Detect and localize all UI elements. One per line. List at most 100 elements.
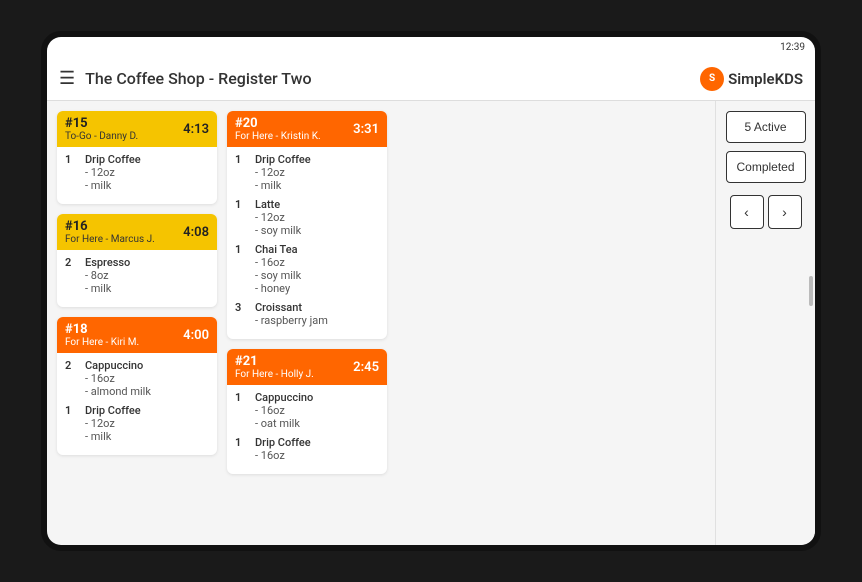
order-item: 1Latte- 12oz- soy milk bbox=[235, 198, 379, 237]
order-number: #16 bbox=[65, 219, 155, 234]
item-name: Drip Coffee bbox=[85, 153, 141, 166]
order-column: #15To-Go - Danny D.4:131Drip Coffee- 12o… bbox=[57, 111, 217, 535]
item-name: Drip Coffee bbox=[255, 153, 311, 166]
order-label: To-Go - Danny D. bbox=[65, 131, 138, 142]
item-details: Drip Coffee- 12oz- milk bbox=[255, 153, 311, 192]
item-modifier: - 16oz bbox=[85, 372, 151, 385]
order-label: For Here - Kiri M. bbox=[65, 337, 139, 348]
item-name: Cappuccino bbox=[255, 391, 313, 404]
nav-buttons: ‹ › bbox=[730, 195, 802, 229]
main-content: #15To-Go - Danny D.4:131Drip Coffee- 12o… bbox=[47, 101, 815, 545]
item-modifier: - oat milk bbox=[255, 417, 313, 430]
order-item: 1Drip Coffee- 12oz- milk bbox=[65, 404, 209, 443]
order-time: 4:00 bbox=[183, 328, 209, 343]
item-modifier: - 12oz bbox=[85, 417, 141, 430]
order-item: 1Drip Coffee- 12oz- milk bbox=[235, 153, 379, 192]
item-modifier: - milk bbox=[85, 430, 141, 443]
order-time: 4:08 bbox=[183, 225, 209, 240]
item-details: Drip Coffee- 12oz- milk bbox=[85, 153, 141, 192]
order-item: 1Drip Coffee- 12oz- milk bbox=[65, 153, 209, 192]
item-name: Chai Tea bbox=[255, 243, 301, 256]
order-number: #20 bbox=[235, 116, 321, 131]
order-card-header: #20For Here - Kristin K. 3:31 bbox=[227, 111, 387, 147]
order-card[interactable]: #20For Here - Kristin K.3:311Drip Coffee… bbox=[227, 111, 387, 339]
order-time: 2:45 bbox=[353, 360, 379, 375]
item-modifier: - 12oz bbox=[255, 211, 301, 224]
menu-icon[interactable]: ☰ bbox=[59, 68, 75, 89]
sidebar: 5 Active Completed ‹ › bbox=[715, 101, 815, 545]
app-title: The Coffee Shop - Register Two bbox=[85, 69, 700, 88]
item-qty: 1 bbox=[235, 391, 249, 430]
item-name: Latte bbox=[255, 198, 301, 211]
item-modifier: - raspberry jam bbox=[255, 314, 328, 327]
item-details: Latte- 12oz- soy milk bbox=[255, 198, 301, 237]
completed-button[interactable]: Completed bbox=[726, 151, 806, 183]
item-modifier: - milk bbox=[255, 179, 311, 192]
app-logo: S SimpleKDS bbox=[700, 67, 803, 91]
status-bar: 12:39 bbox=[47, 37, 815, 57]
item-name: Espresso bbox=[85, 256, 130, 269]
item-modifier: - honey bbox=[255, 282, 301, 295]
orders-area: #15To-Go - Danny D.4:131Drip Coffee- 12o… bbox=[47, 101, 715, 545]
item-details: Chai Tea- 16oz- soy milk- honey bbox=[255, 243, 301, 295]
app-header: ☰ The Coffee Shop - Register Two S Simpl… bbox=[47, 57, 815, 101]
item-modifier: - 16oz bbox=[255, 449, 311, 462]
item-modifier: - milk bbox=[85, 179, 141, 192]
item-modifier: - 12oz bbox=[85, 166, 141, 179]
order-card-header: #16For Here - Marcus J. 4:08 bbox=[57, 214, 217, 250]
order-label: For Here - Marcus J. bbox=[65, 234, 155, 245]
order-card-body: 1Drip Coffee- 12oz- milk bbox=[57, 147, 217, 204]
item-details: Drip Coffee- 16oz bbox=[255, 436, 311, 462]
item-qty: 1 bbox=[235, 436, 249, 462]
item-modifier: - soy milk bbox=[255, 224, 301, 237]
item-modifier: - soy milk bbox=[255, 269, 301, 282]
order-card-header: #21For Here - Holly J. 2:45 bbox=[227, 349, 387, 385]
item-name: Croissant bbox=[255, 301, 328, 314]
order-card-body: 2Espresso- 8oz- milk bbox=[57, 250, 217, 307]
item-details: Drip Coffee- 12oz- milk bbox=[85, 404, 141, 443]
order-card-header: #18For Here - Kiri M.4:00 bbox=[57, 317, 217, 353]
order-card-body: 1Drip Coffee- 12oz- milk1Latte- 12oz- so… bbox=[227, 147, 387, 339]
order-card-header: #15To-Go - Danny D.4:13 bbox=[57, 111, 217, 147]
logo-text: SimpleKDS bbox=[728, 70, 803, 88]
item-modifier: - 16oz bbox=[255, 404, 313, 417]
item-modifier: - 16oz bbox=[255, 256, 301, 269]
order-item: 1Drip Coffee- 16oz bbox=[235, 436, 379, 462]
item-qty: 1 bbox=[235, 198, 249, 237]
item-name: Drip Coffee bbox=[85, 404, 141, 417]
item-modifier: - milk bbox=[85, 282, 130, 295]
active-button[interactable]: 5 Active bbox=[726, 111, 806, 143]
item-qty: 3 bbox=[235, 301, 249, 327]
item-qty: 1 bbox=[65, 153, 79, 192]
order-card[interactable]: #16For Here - Marcus J. 4:08 2Espresso- 8o… bbox=[57, 214, 217, 307]
order-card[interactable]: #21For Here - Holly J.2:451Cappuccino- 1… bbox=[227, 349, 387, 474]
item-details: Croissant- raspberry jam bbox=[255, 301, 328, 327]
order-number: #15 bbox=[65, 116, 138, 131]
item-modifier: - almond milk bbox=[85, 385, 151, 398]
order-card[interactable]: #18For Here - Kiri M.4:002Cappuccino- 16… bbox=[57, 317, 217, 455]
order-column: #20For Here - Kristin K.3:311Drip Coffee… bbox=[227, 111, 387, 535]
item-details: Cappuccino- 16oz- oat milk bbox=[255, 391, 313, 430]
order-item: 2Cappuccino- 16oz- almond milk bbox=[65, 359, 209, 398]
order-time: 3:31 bbox=[353, 122, 379, 137]
item-qty: 1 bbox=[65, 404, 79, 443]
item-details: Cappuccino- 16oz- almond milk bbox=[85, 359, 151, 398]
next-button[interactable]: › bbox=[768, 195, 802, 229]
scroll-handle bbox=[809, 276, 813, 306]
order-label: For Here - Kristin K. bbox=[235, 131, 321, 142]
order-item: 2Espresso- 8oz- milk bbox=[65, 256, 209, 295]
order-card[interactable]: #15To-Go - Danny D.4:131Drip Coffee- 12o… bbox=[57, 111, 217, 204]
item-qty: 1 bbox=[235, 243, 249, 295]
item-modifier: - 12oz bbox=[255, 166, 311, 179]
item-name: Cappuccino bbox=[85, 359, 151, 372]
order-number: #21 bbox=[235, 354, 314, 369]
item-details: Espresso- 8oz- milk bbox=[85, 256, 130, 295]
logo-icon: S bbox=[700, 67, 724, 91]
order-item: 1Cappuccino- 16oz- oat milk bbox=[235, 391, 379, 430]
item-name: Drip Coffee bbox=[255, 436, 311, 449]
status-time: 12:39 bbox=[780, 42, 805, 53]
tablet-frame: 12:39 ☰ The Coffee Shop - Register Two S… bbox=[41, 31, 821, 551]
prev-button[interactable]: ‹ bbox=[730, 195, 764, 229]
order-label: For Here - Holly J. bbox=[235, 369, 314, 380]
item-qty: 2 bbox=[65, 256, 79, 295]
